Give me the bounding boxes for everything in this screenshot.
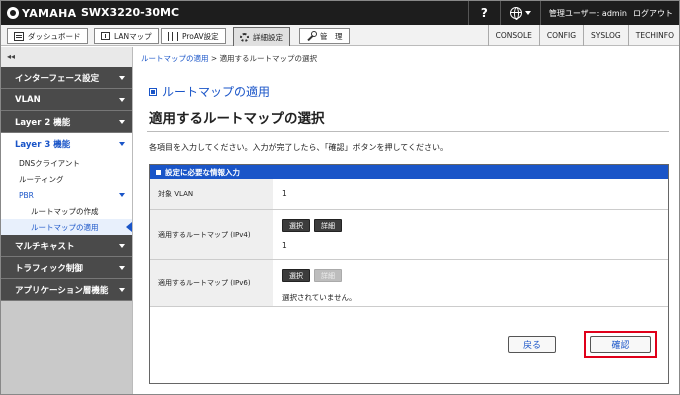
tab-dashboard[interactable]: ダッシュボード	[7, 28, 88, 44]
sidebar-item-label: マルチキャスト	[15, 241, 75, 252]
globe-icon	[509, 7, 522, 20]
sidebar-item-layer3[interactable]: Layer 3 機能	[1, 133, 132, 155]
gear-icon	[240, 32, 249, 42]
title-bullet-icon	[149, 87, 157, 96]
config-link[interactable]: CONFIG	[538, 25, 583, 46]
back-button[interactable]: 戻る	[508, 336, 556, 353]
chevron-down-icon	[119, 193, 125, 197]
row-value: 選択 詳細 1	[273, 210, 668, 259]
section-title: 適用するルートマップの選択	[149, 111, 325, 127]
yamaha-logo-icon	[7, 7, 19, 19]
sidebar-item-label: PBR	[19, 190, 34, 200]
breadcrumb-link[interactable]: ルートマップの適用	[141, 54, 209, 63]
input-panel: 設定に必要な情報入力 対象 VLAN 1 適用するルートマップ (IPv4) 選…	[149, 164, 669, 384]
row-label: 適用するルートマップ (IPv6)	[150, 260, 273, 306]
sidebar-item-interface[interactable]: インターフェース設定	[1, 67, 132, 89]
top-bar: YAMAHA SWX3220-30MC ? 管理ユーザー: admin ログアウ…	[1, 1, 679, 25]
sidebar-item-label: トラフィック制御	[15, 263, 83, 274]
top-links: CONSOLE CONFIG SYSLOG TECHINFO	[487, 25, 679, 46]
dashboard-icon	[14, 31, 24, 41]
sidebar-item-routemap-create[interactable]: ルートマップの作成	[1, 203, 132, 219]
chevron-down-icon	[119, 287, 125, 292]
sidebar-item-multicast[interactable]: マルチキャスト	[1, 235, 132, 257]
sidebar-item-vlan[interactable]: VLAN	[1, 89, 132, 111]
chevron-down-icon	[119, 265, 125, 270]
main-content: ルートマップの適用 > 適用するルートマップの選択 ルートマップの適用 適用する…	[132, 47, 679, 394]
row-label: 適用するルートマップ (IPv4)	[150, 210, 273, 259]
console-link[interactable]: CONSOLE	[487, 25, 539, 46]
app-window: YAMAHA SWX3220-30MC ? 管理ユーザー: admin ログアウ…	[0, 0, 680, 395]
user-info: 管理ユーザー: admin ログアウト	[539, 1, 679, 25]
tab-bar: ダッシュボード LANマップ ProAV設定 詳細設定 管 理 CONSOLE …	[1, 25, 679, 46]
sidebar-item-label: Layer 2 機能	[15, 117, 71, 128]
sidebar-item-traffic-control[interactable]: トラフィック制御	[1, 257, 132, 279]
ipv6-select-button[interactable]: 選択	[282, 269, 310, 282]
row-routemap-ipv6: 適用するルートマップ (IPv6) 選択 詳細 選択されていません。	[150, 260, 668, 307]
breadcrumb-separator: >	[208, 54, 220, 63]
chevron-down-icon	[119, 97, 125, 102]
help-button[interactable]: ?	[467, 1, 500, 25]
tab-label: ダッシュボード	[28, 31, 81, 41]
breadcrumb-current: 適用するルートマップの選択	[219, 54, 318, 63]
chevron-down-icon	[119, 243, 125, 248]
chevron-down-icon	[524, 11, 531, 15]
tab-advanced-settings[interactable]: 詳細設定	[233, 27, 290, 46]
sidebar-item-dns-client[interactable]: DNSクライアント	[1, 155, 132, 171]
lan-map-icon	[101, 32, 110, 40]
sidebar-item-application-layer[interactable]: アプリケーション層機能	[1, 279, 132, 301]
proav-icon	[168, 31, 178, 41]
tab-management[interactable]: 管 理	[299, 28, 350, 44]
breadcrumb: ルートマップの適用 > 適用するルートマップの選択	[141, 53, 317, 64]
chevron-down-icon	[119, 75, 125, 80]
sidebar-item-routemap-apply[interactable]: ルートマップの適用	[1, 219, 132, 235]
yamaha-logo: YAMAHA	[7, 5, 76, 21]
sidebar-item-label: Layer 3 機能	[15, 140, 71, 150]
tab-label: 詳細設定	[253, 32, 283, 42]
square-icon	[156, 169, 161, 175]
ipv4-select-button[interactable]: 選択	[282, 219, 310, 232]
sidebar-item-pbr[interactable]: PBR	[1, 187, 132, 203]
user-label: 管理ユーザー: admin	[548, 8, 627, 18]
ipv6-value: 選択されていません。	[282, 293, 357, 302]
chevron-down-icon	[119, 119, 125, 124]
language-button[interactable]	[499, 1, 540, 25]
panel-title: 設定に必要な情報入力	[165, 167, 240, 177]
tab-label: ProAV設定	[182, 31, 219, 41]
row-routemap-ipv4: 適用するルートマップ (IPv4) 選択 詳細 1	[150, 210, 668, 260]
vlan-value: 1	[282, 189, 287, 198]
top-bar-actions: ? 管理ユーザー: admin ログアウト	[467, 1, 679, 25]
chevron-down-icon	[119, 142, 125, 146]
sidebar-item-label: VLAN	[15, 94, 41, 105]
ipv4-value: 1	[282, 241, 287, 250]
page-title-text: ルートマップの適用	[162, 85, 271, 99]
instruction-text: 各項目を入力してください。入力が完了したら、「確認」ボタンを押してください。	[149, 143, 449, 152]
row-value: 1	[273, 179, 668, 209]
row-target-vlan: 対象 VLAN 1	[150, 179, 668, 210]
logout-link[interactable]: ログアウト	[633, 8, 673, 19]
sidebar: ◂◂ インターフェース設定 VLAN Layer 2 機能 Layer 3 機能…	[1, 47, 132, 394]
confirm-button[interactable]: 確認	[590, 336, 651, 353]
sidebar-layer3-submenu: DNSクライアント ルーティング PBR ルートマップの作成 ルートマップの適用	[1, 155, 132, 235]
row-value: 選択 詳細 選択されていません。	[273, 260, 668, 306]
sidebar-collapse-button[interactable]: ◂◂	[1, 47, 132, 67]
tab-label: 管 理	[320, 31, 343, 41]
tab-label: LANマップ	[114, 31, 152, 41]
sidebar-item-label: インターフェース設定	[15, 73, 100, 84]
techinfo-link[interactable]: TECHINFO	[627, 25, 679, 46]
section-divider	[147, 131, 669, 132]
row-label: 対象 VLAN	[150, 179, 273, 209]
brand-name: YAMAHA	[22, 6, 77, 20]
sidebar-item-layer2[interactable]: Layer 2 機能	[1, 111, 132, 133]
ipv6-detail-button[interactable]: 詳細	[314, 269, 342, 282]
sidebar-item-routing[interactable]: ルーティング	[1, 171, 132, 187]
tool-icon	[306, 31, 317, 41]
ipv4-detail-button[interactable]: 詳細	[314, 219, 342, 232]
model-name: SWX3220-30MC	[81, 6, 180, 19]
syslog-link[interactable]: SYSLOG	[583, 25, 628, 46]
sidebar-item-label: アプリケーション層機能	[15, 285, 109, 296]
tab-lan-map[interactable]: LANマップ	[94, 28, 159, 44]
page-title: ルートマップの適用	[149, 83, 270, 100]
panel-header: 設定に必要な情報入力	[150, 165, 668, 179]
tab-proav[interactable]: ProAV設定	[161, 28, 226, 44]
